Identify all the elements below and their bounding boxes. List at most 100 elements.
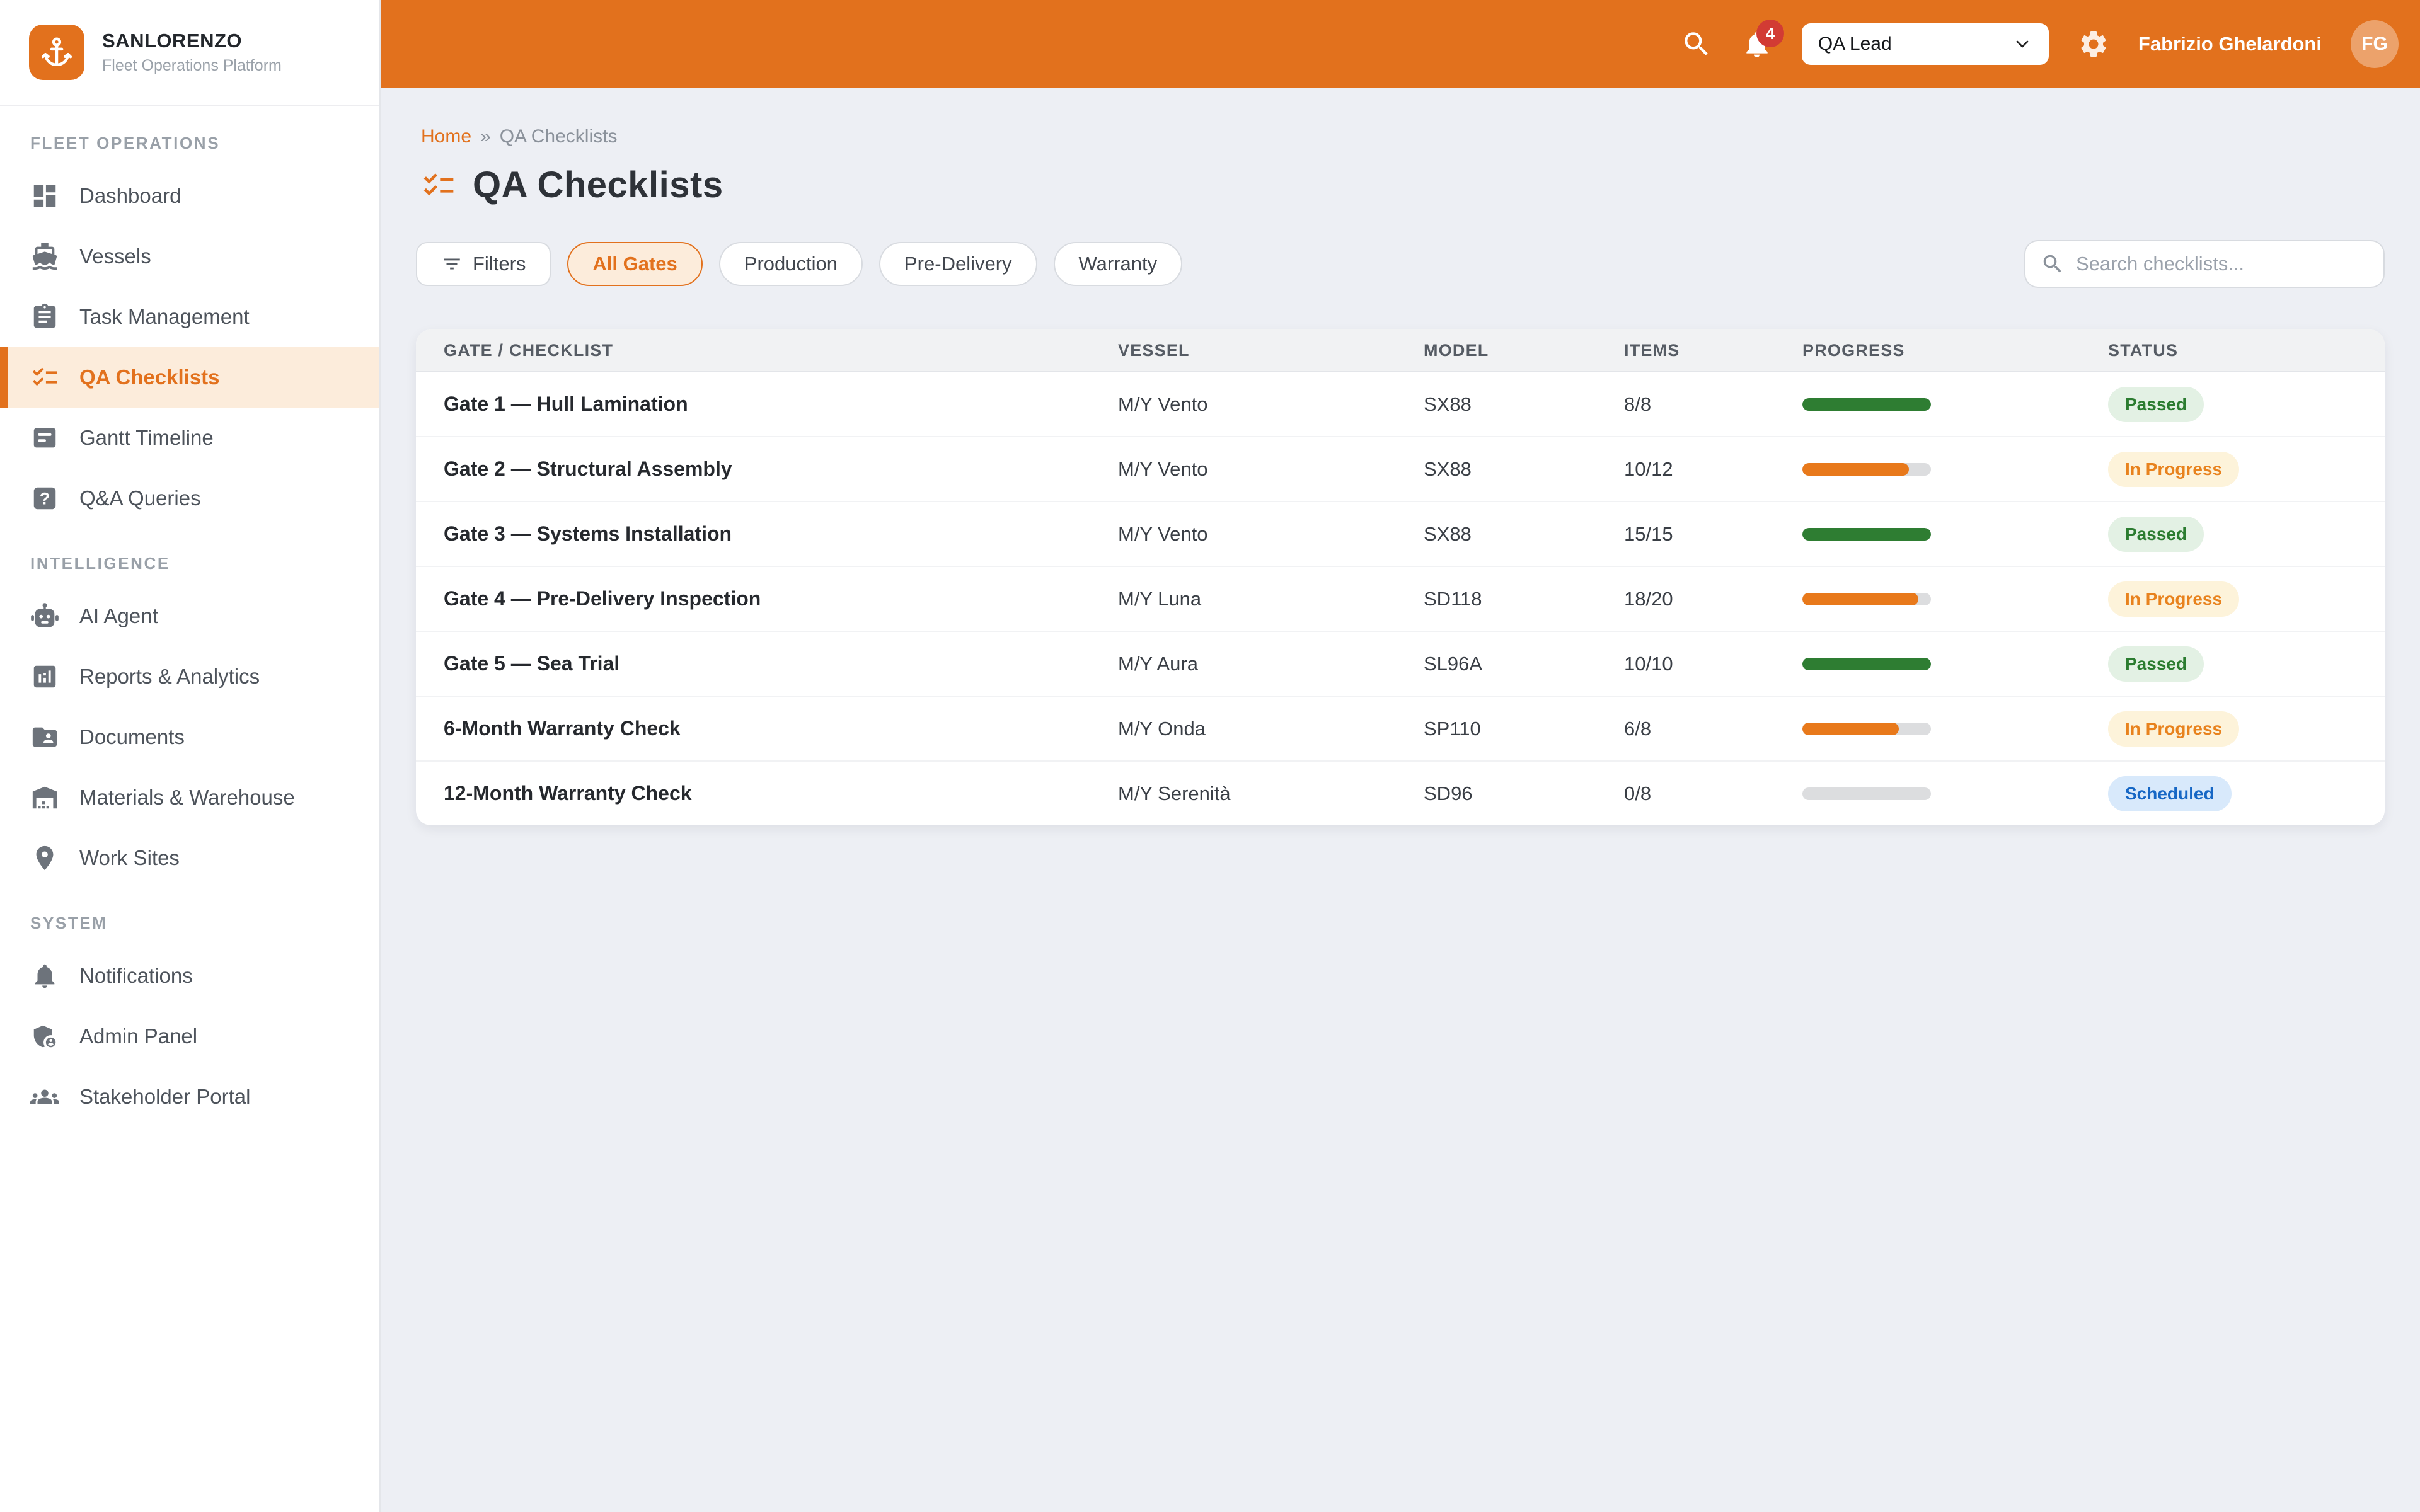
brand-logo [29, 25, 84, 80]
nav-section-fleet-operations: FLEET OPERATIONS Dashboard Vessels Task Man… [0, 134, 379, 529]
progress-cell [1802, 787, 2108, 800]
table-row[interactable]: 6-Month Warranty Check M/Y Onda SP110 6/8 In… [416, 697, 2385, 762]
progress-cell [1802, 592, 2108, 605]
sidebar-item-label: Work Sites [79, 846, 180, 869]
status-badge: Passed [2108, 516, 2204, 552]
sidebar-item-dashboard[interactable]: Dashboard [0, 166, 379, 226]
sidebar-nav: FLEET OPERATIONS Dashboard Vessels Task Man… [0, 106, 379, 1127]
toolbar: Filters All Gates Production Pre-Delivery W… [416, 240, 2385, 288]
breadcrumb: Home » QA Checklists [416, 126, 2385, 147]
robot-icon [30, 602, 59, 631]
model: SD96 [1424, 782, 1473, 805]
column-header-gate-checklist: GATE / CHECKLIST [444, 340, 614, 360]
breadcrumb-home-link[interactable]: Home [421, 126, 471, 147]
filters-button-label: Filters [473, 253, 526, 275]
brand-name: SANLORENZO [102, 30, 242, 52]
search-button[interactable] [1681, 28, 1712, 60]
items-count: 8/8 [1624, 392, 1652, 415]
status-badge: Scheduled [2108, 776, 2232, 811]
status-cell: In Progress [2108, 581, 2385, 617]
settings-button[interactable] [2078, 28, 2109, 60]
progress-bar [1802, 592, 1931, 605]
page-title-row: QA Checklists [421, 164, 2385, 206]
sidebar-item-label: Q&A Queries [79, 486, 201, 510]
breadcrumb-current: QA Checklists [499, 126, 618, 147]
filter-chip-production[interactable]: Production [718, 242, 863, 286]
folder-icon [30, 723, 59, 752]
vessel-name: M/Y Luna [1118, 587, 1202, 610]
search-box [2024, 240, 2385, 288]
progress-bar [1802, 787, 1931, 800]
sidebar-item-stakeholder-portal[interactable]: Stakeholder Portal [0, 1067, 379, 1127]
filter-icon [441, 253, 463, 275]
sidebar-item-label: QA Checklists [79, 365, 220, 389]
table-header-row: GATE / CHECKLIST VESSEL MODEL ITEMS PROGRESS… [416, 329, 2385, 372]
sidebar-item-label: Admin Panel [79, 1024, 198, 1048]
brand: SANLORENZO Fleet Operations Platform [0, 0, 379, 106]
vessel-name: M/Y Serenità [1118, 782, 1231, 805]
progress-fill [1802, 527, 1931, 541]
user-name: Fabrizio Ghelardoni [2138, 33, 2322, 55]
brand-tagline: Fleet Operations Platform [102, 57, 282, 74]
main-area: 4 QA Lead Fabrizio Ghelardoni FG Home » … [381, 0, 2420, 1512]
breadcrumb-separator: » [480, 126, 491, 147]
sidebar-item-label: Gantt Timeline [79, 426, 214, 449]
column-header-items: ITEMS [1624, 340, 1680, 360]
sidebar-item-reports-analytics[interactable]: Reports & Analytics [0, 646, 379, 707]
table-row[interactable]: Gate 1 — Hull Lamination M/Y Vento SX88 8/8… [416, 372, 2385, 437]
model: SX88 [1424, 457, 1472, 480]
gate-name: Gate 3 — Systems Installation [444, 522, 732, 545]
table-row[interactable]: Gate 2 — Structural Assembly M/Y Vento SX8… [416, 437, 2385, 502]
progress-cell [1802, 722, 2108, 735]
sidebar-item-qa-checklists[interactable]: QA Checklists [0, 347, 379, 408]
progress-fill [1802, 398, 1931, 411]
table-row[interactable]: 12-Month Warranty Check M/Y Serenità SD96 0… [416, 762, 2385, 825]
role-select[interactable]: QA Lead [1801, 23, 2049, 65]
sidebar-item-work-sites[interactable]: Work Sites [0, 828, 379, 888]
notifications-button[interactable]: 4 [1741, 20, 1784, 60]
progress-cell [1802, 657, 2108, 670]
nav-section-label: FLEET OPERATIONS [30, 134, 221, 152]
vessel-name: M/Y Onda [1118, 717, 1206, 740]
status-badge: Passed [2108, 386, 2204, 422]
app-root: SANLORENZO Fleet Operations Platform FLE… [0, 0, 2420, 1512]
sidebar-item-task-management[interactable]: Task Management [0, 287, 379, 347]
gate-name: 12-Month Warranty Check [444, 782, 692, 805]
brand-text: SANLORENZO Fleet Operations Platform [102, 30, 282, 75]
vessel-name: M/Y Vento [1118, 522, 1208, 545]
items-count: 6/8 [1624, 717, 1652, 740]
qa-icon: ? [30, 484, 59, 513]
filter-chip-all-gates[interactable]: All Gates [567, 242, 703, 286]
sidebar-item-ai-agent[interactable]: AI Agent [0, 586, 379, 646]
role-select-value: QA Lead [1818, 33, 1892, 54]
sidebar-item-materials-warehouse[interactable]: Materials & Warehouse [0, 767, 379, 828]
filter-chips: All Gates Production Pre-Delivery Warranty [567, 242, 1183, 286]
status-cell: Scheduled [2108, 776, 2385, 811]
sidebar-item-label: Reports & Analytics [79, 665, 260, 688]
sidebar-item-q-a-queries[interactable]: ? Q&A Queries [0, 468, 379, 529]
sidebar-item-vessels[interactable]: Vessels [0, 226, 379, 287]
search-icon [1681, 28, 1712, 60]
table-body: Gate 1 — Hull Lamination M/Y Vento SX88 8/8… [416, 372, 2385, 825]
checklist-icon [30, 363, 59, 392]
table-row[interactable]: Gate 4 — Pre-Delivery Inspection M/Y Luna… [416, 567, 2385, 632]
nav-section-label: INTELLIGENCE [30, 554, 170, 573]
model: SD118 [1424, 587, 1482, 610]
filter-chip-pre-delivery[interactable]: Pre-Delivery [879, 242, 1037, 286]
sidebar-item-gantt-timeline[interactable]: Gantt Timeline [0, 408, 379, 468]
filter-chip-warranty[interactable]: Warranty [1053, 242, 1183, 286]
progress-fill [1802, 462, 1910, 476]
model: SL96A [1424, 652, 1483, 675]
sidebar-item-label: Documents [79, 725, 185, 748]
table-row[interactable]: Gate 5 — Sea Trial M/Y Aura SL96A 10/10 Pass… [416, 632, 2385, 697]
filters-button[interactable]: Filters [416, 242, 551, 286]
gate-name: Gate 4 — Pre-Delivery Inspection [444, 587, 761, 610]
sidebar-item-admin-panel[interactable]: Admin Panel [0, 1006, 379, 1067]
checklist-icon [421, 168, 456, 203]
sidebar-item-notifications[interactable]: Notifications [0, 946, 379, 1006]
search-input[interactable] [2075, 252, 2368, 276]
sidebar-item-documents[interactable]: Documents [0, 707, 379, 767]
table-row[interactable]: Gate 3 — Systems Installation M/Y Vento SX… [416, 502, 2385, 567]
avatar[interactable]: FG [2351, 20, 2399, 68]
gate-name: Gate 2 — Structural Assembly [444, 457, 732, 480]
